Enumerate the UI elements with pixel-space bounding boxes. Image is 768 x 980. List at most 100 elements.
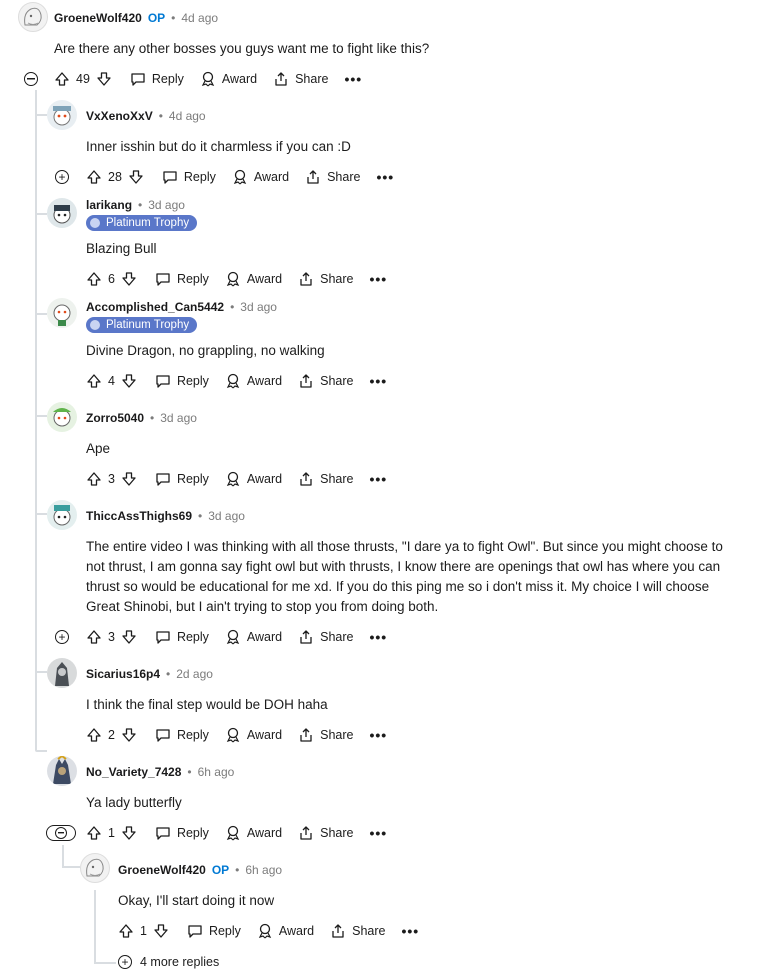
username[interactable]: ThiccAssThighs69 xyxy=(86,509,192,523)
more-options-icon: ••• xyxy=(369,825,388,841)
avatar[interactable] xyxy=(47,298,77,328)
comment-author[interactable]: ThiccAssThighs69 • 3d ago xyxy=(86,509,245,523)
upvote-icon[interactable] xyxy=(86,373,102,389)
share-button[interactable]: Share xyxy=(298,471,354,487)
vote-group: 3 xyxy=(86,471,137,487)
award-button[interactable]: Award xyxy=(232,169,289,185)
downvote-icon[interactable] xyxy=(96,71,112,87)
more-options-button[interactable]: ••• xyxy=(376,169,394,185)
comment-author[interactable]: GroeneWolf420 OP • 4d ago xyxy=(54,11,218,25)
upvote-icon[interactable] xyxy=(86,271,102,287)
comment-author[interactable]: larikang • 3d ago xyxy=(86,198,185,212)
downvote-icon[interactable] xyxy=(121,471,137,487)
avatar[interactable] xyxy=(47,500,77,530)
comment-age: 3d ago xyxy=(148,198,185,212)
award-button[interactable]: Award xyxy=(225,825,282,841)
comment-body: Inner isshin but do it charmless if you … xyxy=(86,139,351,154)
username[interactable]: Sicarius16p4 xyxy=(86,667,160,681)
thread-line xyxy=(94,962,116,964)
more-options-button[interactable]: ••• xyxy=(370,825,388,841)
comment-author[interactable]: GroeneWolf420 OP • 6h ago xyxy=(118,863,282,877)
more-options-button[interactable]: ••• xyxy=(370,629,388,645)
share-button[interactable]: Share xyxy=(298,373,354,389)
avatar[interactable] xyxy=(47,198,77,228)
upvote-icon[interactable] xyxy=(86,169,102,185)
reply-button[interactable]: Reply xyxy=(155,629,209,645)
username[interactable]: Zorro5040 xyxy=(86,411,144,425)
reply-button[interactable]: Reply xyxy=(130,71,184,87)
award-button[interactable]: Award xyxy=(225,471,282,487)
award-label: Award xyxy=(246,630,283,644)
avatar[interactable] xyxy=(47,402,77,432)
expand-thread-button[interactable]: + xyxy=(55,630,69,644)
avatar[interactable] xyxy=(47,658,77,688)
more-options-button[interactable]: ••• xyxy=(370,373,388,389)
share-button[interactable]: Share xyxy=(298,271,354,287)
vote-count: 4 xyxy=(108,374,115,388)
downvote-icon[interactable] xyxy=(121,825,137,841)
more-options-icon: ••• xyxy=(369,271,388,287)
avatar[interactable] xyxy=(80,853,110,883)
more-options-button[interactable]: ••• xyxy=(370,727,388,743)
more-options-button[interactable]: ••• xyxy=(370,271,388,287)
reply-button[interactable]: Reply xyxy=(187,923,241,939)
reply-button[interactable]: Reply xyxy=(155,727,209,743)
downvote-icon[interactable] xyxy=(121,373,137,389)
upvote-icon[interactable] xyxy=(86,727,102,743)
comment-author[interactable]: No_Variety_7428 • 6h ago xyxy=(86,765,234,779)
share-button[interactable]: Share xyxy=(298,629,354,645)
comment-author[interactable]: Accomplished_Can5442 • 3d ago xyxy=(86,300,277,314)
downvote-icon[interactable] xyxy=(121,727,137,743)
more-options-button[interactable]: ••• xyxy=(370,471,388,487)
upvote-icon[interactable] xyxy=(118,923,134,939)
share-button[interactable]: Share xyxy=(298,825,354,841)
more-options-button[interactable]: ••• xyxy=(344,71,362,87)
reply-button[interactable]: Reply xyxy=(155,271,209,287)
avatar[interactable] xyxy=(47,756,77,786)
avatar[interactable] xyxy=(47,100,77,130)
share-button[interactable]: Share xyxy=(330,923,386,939)
award-button[interactable]: Award xyxy=(257,923,314,939)
award-button[interactable]: Award xyxy=(225,727,282,743)
downvote-icon[interactable] xyxy=(121,629,137,645)
collapse-thread-button[interactable] xyxy=(24,72,38,86)
username[interactable]: GroeneWolf420 xyxy=(118,863,206,877)
reply-button[interactable]: Reply xyxy=(155,373,209,389)
vote-group: 6 xyxy=(86,271,137,287)
award-button[interactable]: Award xyxy=(200,71,257,87)
more-replies-link[interactable]: + 4 more replies xyxy=(118,955,219,969)
downvote-icon[interactable] xyxy=(121,271,137,287)
vote-count: 2 xyxy=(108,728,115,742)
reply-button[interactable]: Reply xyxy=(155,825,209,841)
more-options-button[interactable]: ••• xyxy=(402,923,420,939)
comment-author[interactable]: VxXenoXxV • 4d ago xyxy=(86,109,206,123)
comment-body: Okay, I'll start doing it now xyxy=(118,893,275,908)
collapse-thread-button[interactable] xyxy=(46,825,76,841)
share-button[interactable]: Share xyxy=(298,727,354,743)
downvote-icon[interactable] xyxy=(128,169,144,185)
separator-dot: • xyxy=(235,863,240,877)
username[interactable]: larikang xyxy=(86,198,132,212)
expand-thread-button[interactable]: + xyxy=(55,170,69,184)
upvote-icon[interactable] xyxy=(86,471,102,487)
reply-icon xyxy=(156,375,170,388)
username[interactable]: No_Variety_7428 xyxy=(86,765,181,779)
comment-author[interactable]: Zorro5040 • 3d ago xyxy=(86,411,197,425)
award-button[interactable]: Award xyxy=(225,271,282,287)
share-button[interactable]: Share xyxy=(273,71,328,87)
comment-author[interactable]: Sicarius16p4 • 2d ago xyxy=(86,667,213,681)
reply-button[interactable]: Reply xyxy=(162,169,216,185)
downvote-icon[interactable] xyxy=(153,923,169,939)
reply-button[interactable]: Reply xyxy=(155,471,209,487)
comment-line: The entire video I was thinking with all… xyxy=(86,539,723,554)
username[interactable]: Accomplished_Can5442 xyxy=(86,300,224,314)
username[interactable]: VxXenoXxV xyxy=(86,109,153,123)
username[interactable]: GroeneWolf420 xyxy=(54,11,142,25)
upvote-icon[interactable] xyxy=(54,71,70,87)
award-button[interactable]: Award xyxy=(225,373,282,389)
upvote-icon[interactable] xyxy=(86,629,102,645)
share-button[interactable]: Share xyxy=(305,169,360,185)
award-button[interactable]: Award xyxy=(225,629,282,645)
avatar[interactable] xyxy=(18,2,48,32)
upvote-icon[interactable] xyxy=(86,825,102,841)
